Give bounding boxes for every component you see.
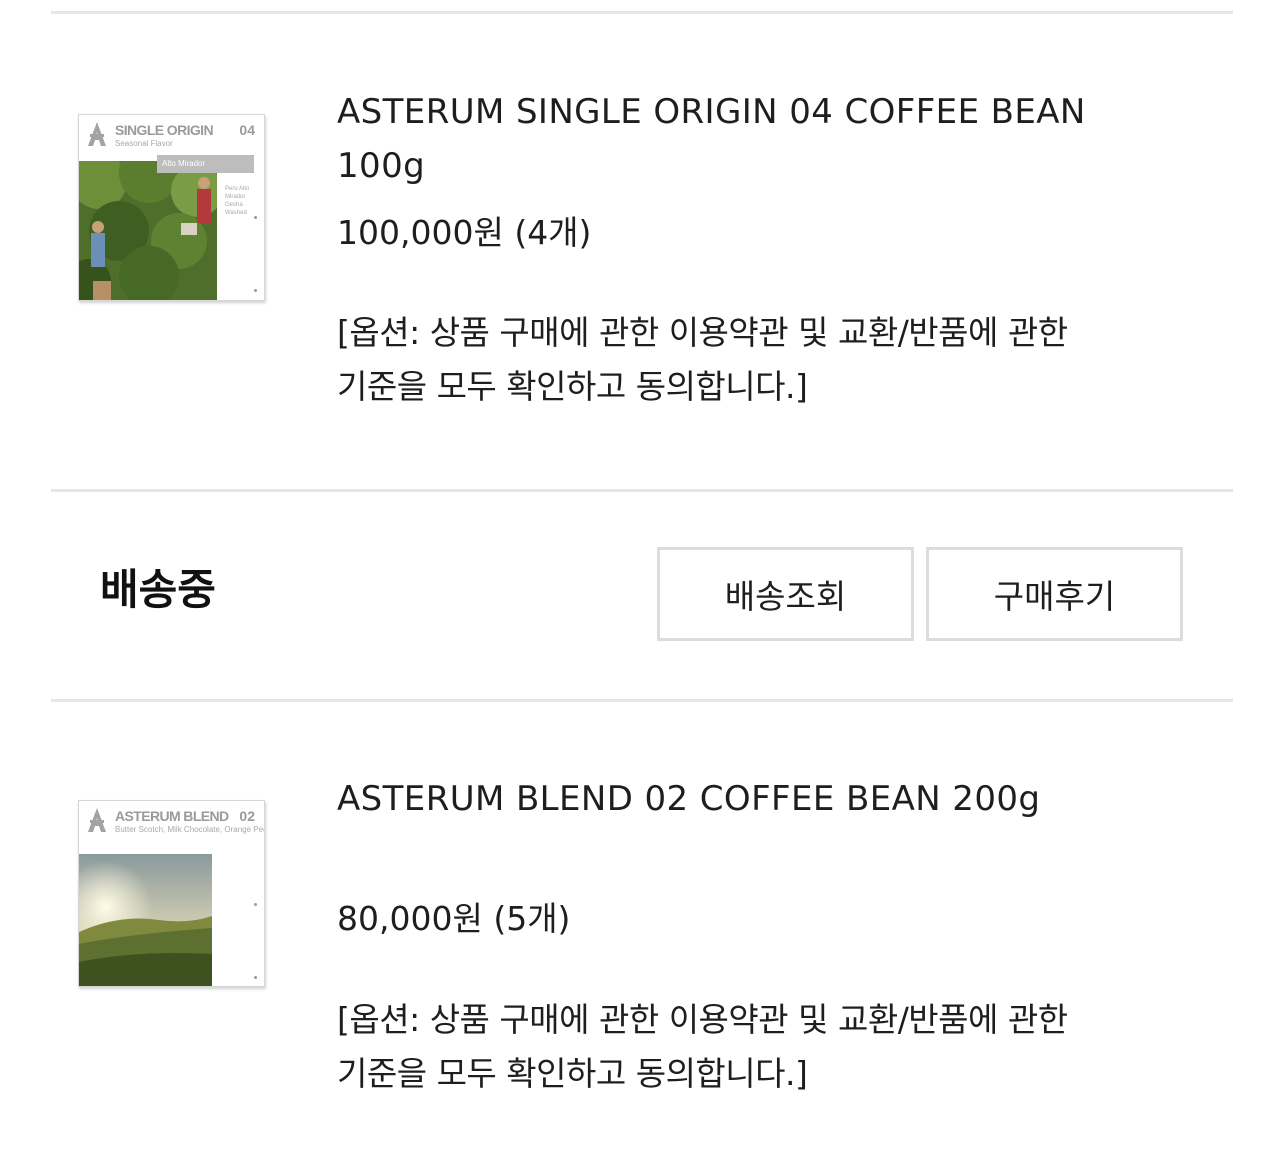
product-name[interactable]: ASTERUM BLEND 02 COFFEE BEAN 200g [337, 772, 1097, 826]
thumbnail-number: 02 [239, 808, 255, 824]
section-divider [51, 489, 1233, 492]
top-divider [51, 11, 1233, 14]
coffee-farmers-photo [79, 161, 217, 300]
thumbnail-title: SINGLE ORIGIN [115, 122, 214, 138]
track-shipment-button[interactable]: 배송조회 [657, 547, 914, 641]
thumbnail-dot [254, 976, 257, 979]
thumbnail-tag: Alto Mirador [157, 155, 254, 173]
thumbnail-dot [254, 903, 257, 906]
product-thumbnail[interactable]: ASTERUM BLEND 02 Butter Scotch, Milk Cho… [78, 800, 265, 987]
thumbnail-number: 04 [239, 122, 255, 138]
thumbnail-dot [254, 216, 257, 219]
product-name[interactable]: ASTERUM SINGLE ORIGIN 04 COFFEE BEAN 100… [337, 85, 1097, 193]
landscape-photo [79, 854, 212, 986]
product-thumbnail[interactable]: SINGLE ORIGIN 04 Seasonal Flavor Alto Mi… [78, 114, 265, 301]
thumbnail-subtitle: Seasonal Flavor [115, 139, 173, 148]
product-option: [옵션: 상품 구매에 관한 이용약관 및 교환/반품에 관한 기준을 모두 확… [337, 313, 1068, 406]
asterum-logo-icon [88, 122, 106, 146]
product-price: 80,000원 (5개) [337, 899, 571, 938]
product-price: 100,000원 (4개) [337, 213, 592, 252]
shipping-status: 배송중 [100, 565, 216, 614]
thumbnail-dot [254, 289, 257, 292]
thumbnail-title: ASTERUM BLEND [115, 808, 229, 824]
write-review-button[interactable]: 구매후기 [926, 547, 1183, 641]
thumbnail-notes: Peru Alto Mirador Gesha Washed [225, 186, 250, 216]
section-divider [51, 699, 1233, 702]
product-option: [옵션: 상품 구매에 관한 이용약관 및 교환/반품에 관한 기준을 모두 확… [337, 1000, 1068, 1093]
asterum-logo-icon [88, 808, 106, 832]
thumbnail-subtitle: Butter Scotch, Milk Chocolate, Orange Pe… [115, 825, 265, 834]
